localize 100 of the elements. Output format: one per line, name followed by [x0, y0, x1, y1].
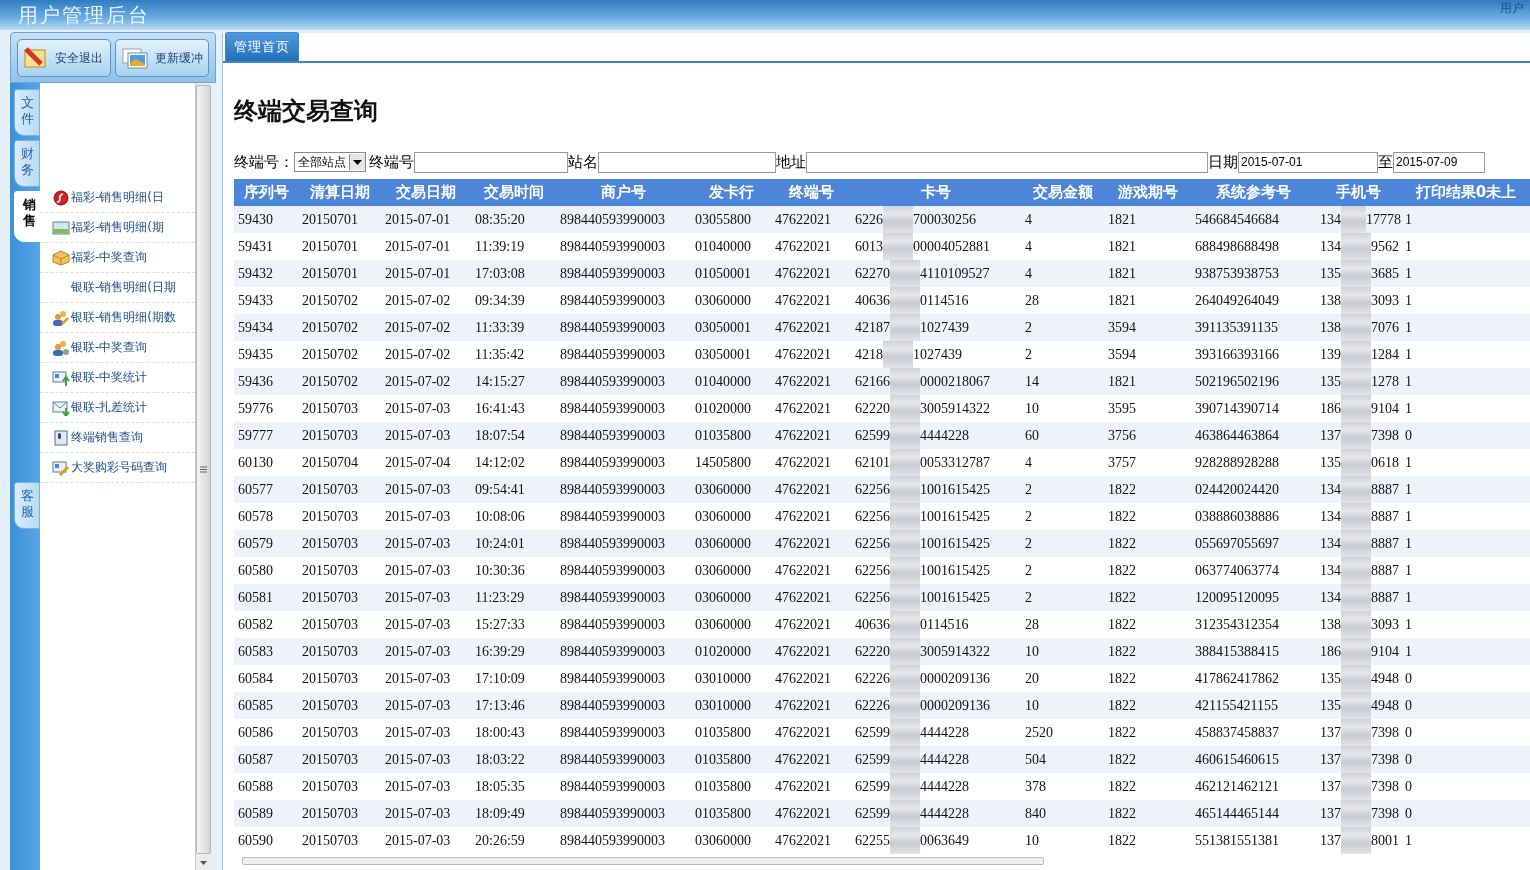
- table-cell: 502196502196: [1191, 368, 1316, 395]
- input-field[interactable]: [806, 151, 1208, 173]
- table-cell: 60583: [234, 638, 298, 665]
- table-cell: 16:41:43: [471, 395, 556, 422]
- scrollbar[interactable]: [195, 83, 211, 870]
- column-header[interactable]: 终端号: [771, 179, 851, 206]
- side-tab[interactable]: 客服: [14, 482, 40, 529]
- table-cell: 898440593990003: [556, 368, 691, 395]
- table-cell: 2015-07-03: [381, 719, 471, 746]
- table-cell: 47622021: [771, 368, 851, 395]
- input-field[interactable]: 2015-07-01: [1238, 151, 1378, 173]
- table-cell: 2015-07-03: [381, 395, 471, 422]
- column-header[interactable]: 交易时间: [471, 179, 556, 206]
- side-tab[interactable]: 文件: [14, 89, 40, 136]
- table-cell: 60582: [234, 611, 298, 638]
- table-cell: 01035800: [691, 800, 771, 827]
- redaction-blur: [890, 611, 920, 638]
- table-cell: 60578: [234, 503, 298, 530]
- table-cell: 139: [1320, 346, 1341, 363]
- menu-item[interactable]: 福彩-销售明细(期: [40, 213, 195, 243]
- column-header[interactable]: 卡号: [851, 179, 1021, 206]
- table-cell: 47622021: [771, 233, 851, 260]
- redaction-blur: [1341, 422, 1371, 449]
- column-header[interactable]: 手机号: [1316, 179, 1401, 206]
- table-cell: 17:03:08: [471, 260, 556, 287]
- page-tab[interactable]: 管理首页: [225, 32, 299, 61]
- table-cell: 898440593990003: [556, 287, 691, 314]
- table-cell: 898440593990003: [556, 638, 691, 665]
- table-cell: 20150703: [298, 557, 381, 584]
- redaction-blur: [1341, 260, 1371, 287]
- toolbar-button[interactable]: 安全退出: [17, 39, 111, 77]
- table-cell: 898440593990003: [556, 611, 691, 638]
- column-header[interactable]: 系统参考号: [1191, 179, 1316, 206]
- table-cell: 17:13:46: [471, 692, 556, 719]
- column-header[interactable]: 打印结果0未上: [1401, 179, 1530, 206]
- menu-item[interactable]: 银联-扎差统计: [40, 393, 195, 423]
- table-cell: 120095120095: [1191, 584, 1316, 611]
- table-cell: 20150703: [298, 827, 381, 854]
- table-cell: 7398: [1371, 427, 1399, 444]
- table-cell: 2015-07-03: [381, 800, 471, 827]
- table-cell: 62226: [855, 697, 890, 714]
- table-cell: 0114516: [920, 292, 969, 309]
- column-header[interactable]: 商户号: [556, 179, 691, 206]
- table-cell: 01020000: [691, 395, 771, 422]
- input-field[interactable]: 2015-07-09: [1393, 151, 1485, 173]
- table-cell: 10: [1021, 638, 1104, 665]
- table-cell: 462121462121: [1191, 773, 1316, 800]
- redaction-blur: [890, 584, 920, 611]
- table-cell: 2: [1021, 476, 1104, 503]
- table-cell: 2: [1021, 530, 1104, 557]
- table-cell: 0: [1401, 719, 1530, 746]
- table-cell: 137: [1320, 805, 1341, 822]
- redaction-blur: [890, 773, 920, 800]
- table-cell: 10:08:06: [471, 503, 556, 530]
- column-header[interactable]: 交易金额: [1021, 179, 1104, 206]
- table-cell: 59432: [234, 260, 298, 287]
- input-field[interactable]: [598, 151, 776, 173]
- column-header[interactable]: 游戏期号: [1104, 179, 1191, 206]
- table-cell: 460615460615: [1191, 746, 1316, 773]
- redaction-blur: [890, 287, 920, 314]
- table-cell: 4: [1021, 449, 1104, 476]
- table-cell: 20150703: [298, 611, 381, 638]
- redaction-blur: [1341, 692, 1371, 719]
- table-cell: 135: [1320, 670, 1341, 687]
- table-cell: 4948: [1371, 697, 1399, 714]
- table-cell: 60588: [234, 773, 298, 800]
- toolbar-button[interactable]: 更新缓冲: [115, 39, 209, 77]
- station-dropdown[interactable]: 全部站点: [294, 152, 366, 172]
- table-cell: 898440593990003: [556, 422, 691, 449]
- table-cell: 898440593990003: [556, 584, 691, 611]
- table-cell: 40636: [855, 292, 890, 309]
- side-tab[interactable]: 财务: [14, 140, 40, 187]
- table-cell: 16:39:29: [471, 638, 556, 665]
- horizontal-scrollbar[interactable]: [242, 857, 1044, 865]
- table-cell: 01035800: [691, 422, 771, 449]
- table-cell: 264049264049: [1191, 287, 1316, 314]
- redaction-blur: [890, 476, 920, 503]
- table-cell: 1822: [1104, 827, 1191, 854]
- table-cell: 59435: [234, 341, 298, 368]
- table-cell: 20150703: [298, 800, 381, 827]
- redaction-blur: [1341, 800, 1371, 827]
- table-cell: 47622021: [771, 422, 851, 449]
- down-arrow-icon[interactable]: [199, 860, 208, 866]
- column-header[interactable]: 交易日期: [381, 179, 471, 206]
- table-cell: 1822: [1104, 692, 1191, 719]
- table-cell: 138: [1320, 616, 1341, 633]
- table-cell: 1027439: [920, 319, 969, 336]
- column-header[interactable]: 发卡行: [691, 179, 771, 206]
- table-cell: 1284: [1371, 346, 1399, 363]
- table-cell: 20150703: [298, 746, 381, 773]
- table-cell: 8887: [1371, 589, 1399, 606]
- table-cell: 14:12:02: [471, 449, 556, 476]
- input-field[interactable]: [414, 151, 568, 173]
- menu-item[interactable]: 终端销售查询: [40, 423, 195, 453]
- table-cell: 62220: [855, 643, 890, 660]
- table-cell: 09:54:41: [471, 476, 556, 503]
- table-cell: 59777: [234, 422, 298, 449]
- column-header[interactable]: 序列号: [234, 179, 298, 206]
- column-header[interactable]: 清算日期: [298, 179, 381, 206]
- table-cell: 1822: [1104, 530, 1191, 557]
